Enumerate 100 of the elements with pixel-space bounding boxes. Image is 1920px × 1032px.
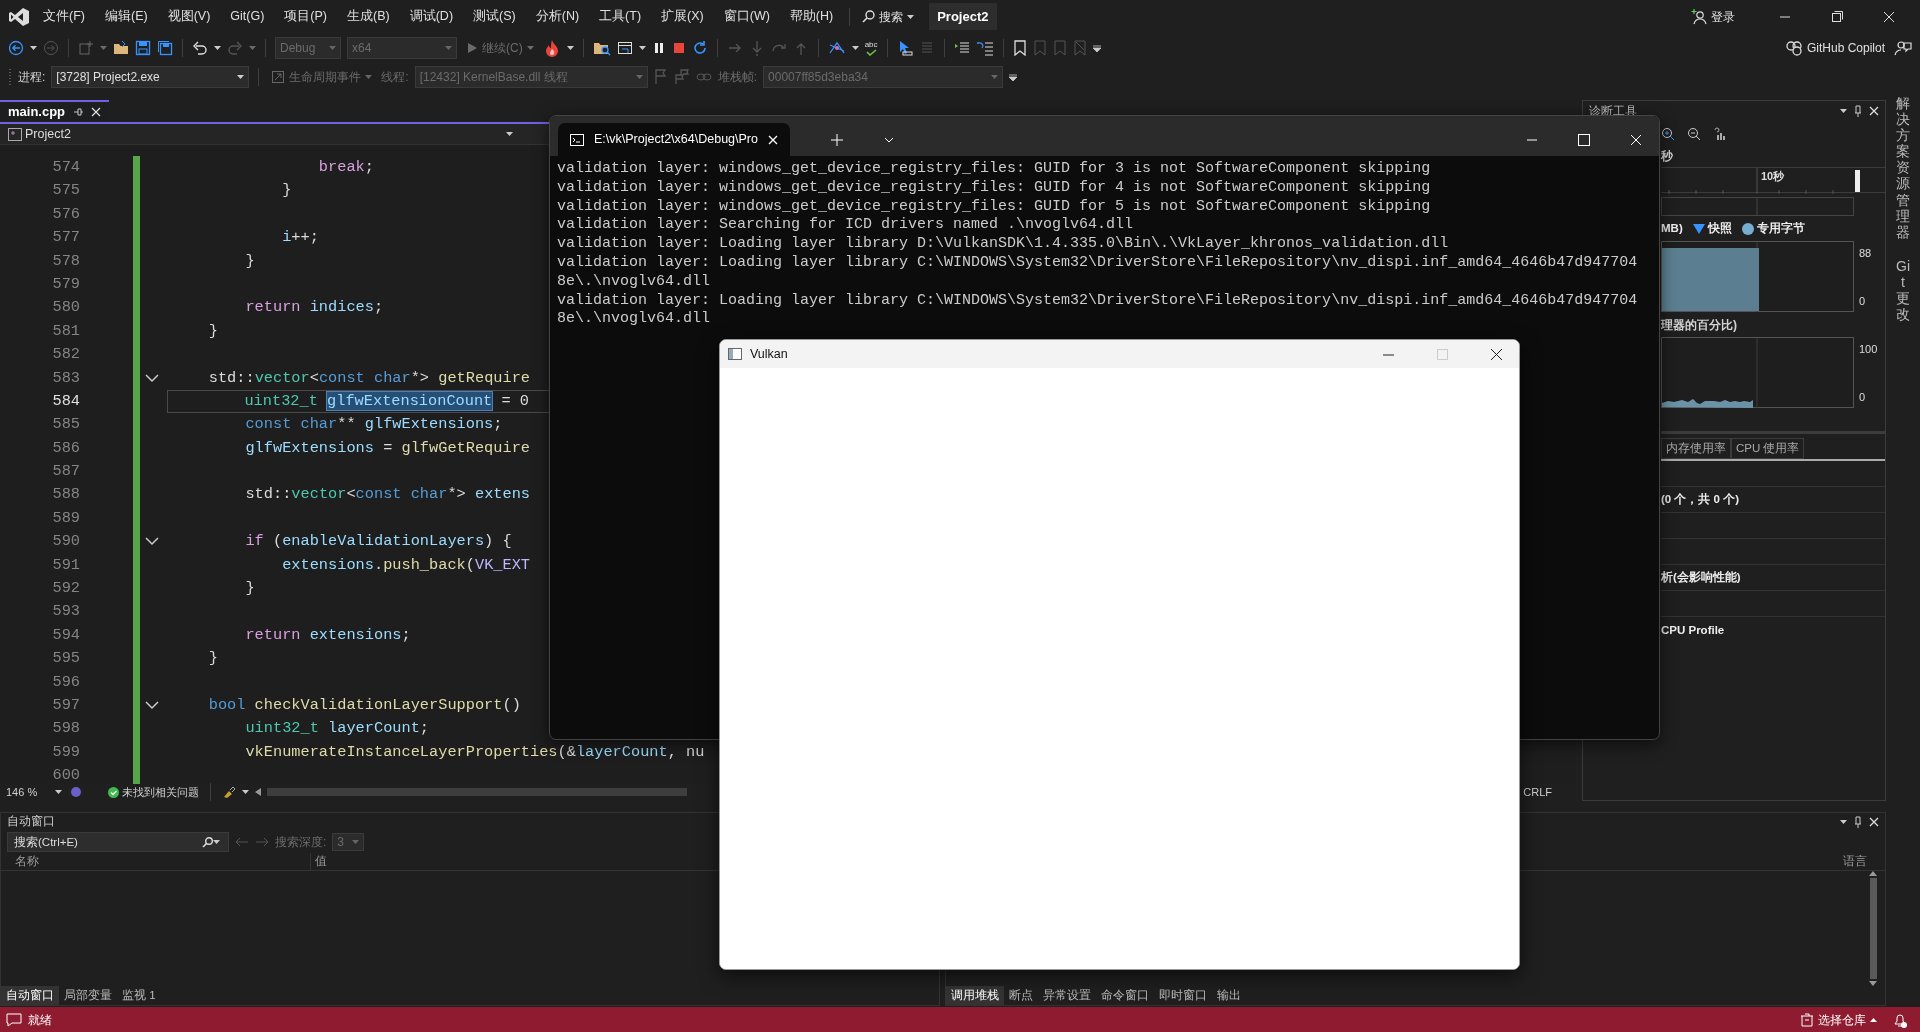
- menu-item[interactable]: 文件(F): [36, 5, 92, 28]
- search-box[interactable]: 搜索(Ctrl+E): [7, 832, 229, 852]
- chevron-down-icon[interactable]: [145, 373, 159, 383]
- events-summary: (0 个，共 0 个): [1661, 487, 1885, 514]
- bell-icon[interactable]: [1892, 1011, 1908, 1028]
- scroll-up-icon[interactable]: [1869, 871, 1877, 876]
- caret-icon[interactable]: [1870, 1017, 1877, 1022]
- terminal-tab[interactable]: E:\vk\Project2\x64\Debug\Pro: [558, 123, 790, 156]
- panel-tab[interactable]: 输出: [1212, 985, 1246, 1005]
- vertical-scrollbar[interactable]: [1867, 871, 1879, 986]
- copilot-button[interactable]: GitHub Copilot: [1781, 39, 1888, 57]
- menu-item[interactable]: 帮助(H): [782, 5, 841, 28]
- sign-in-button[interactable]: 登录: [1688, 7, 1738, 26]
- person-add-icon[interactable]: [1691, 8, 1707, 25]
- close-icon[interactable]: [1869, 817, 1879, 827]
- caret-icon[interactable]: [213, 840, 220, 844]
- feedback-icon[interactable]: [1894, 40, 1912, 56]
- console-line: validation layer: Loading layer library D:\VulkanSDK\1.4.335.0\Bin\.\VkLayer_khronos_validation.dll: [557, 235, 1450, 254]
- panel-tab[interactable]: 监视 1: [117, 985, 161, 1005]
- pin-icon[interactable]: [1853, 816, 1863, 828]
- undo-icon[interactable]: [192, 40, 208, 56]
- logo-icon: [8, 6, 30, 27]
- panel-tab[interactable]: 内存使用率: [1661, 438, 1731, 460]
- chat-icon[interactable]: [6, 1012, 22, 1027]
- overflow-icon[interactable]: [1092, 43, 1101, 53]
- bar-chart-icon[interactable]: [1713, 127, 1727, 141]
- repository-button[interactable]: 选择仓库: [1797, 1010, 1880, 1029]
- solution-name: Project2: [929, 2, 997, 31]
- panel-tab[interactable]: CPU 使用率: [1731, 438, 1805, 460]
- caret-icon[interactable]: [242, 790, 249, 794]
- caret-icon[interactable]: [851, 46, 859, 50]
- panel-tab[interactable]: 命令窗口: [1096, 985, 1154, 1005]
- caret-icon[interactable]: [506, 132, 513, 136]
- panel-tab[interactable]: 调用堆栈: [946, 985, 1004, 1005]
- line-ending-label[interactable]: CRLF: [1523, 783, 1552, 801]
- menu-item[interactable]: 窗口(W): [716, 5, 777, 28]
- check-circle-icon: [108, 786, 119, 798]
- menu-item[interactable]: 编辑(E): [97, 5, 155, 28]
- menu-item[interactable]: 调试(D): [402, 5, 461, 28]
- menu-item[interactable]: 工具(T): [592, 5, 649, 28]
- caret-icon[interactable]: [566, 46, 574, 50]
- panel-tab[interactable]: 局部变量: [59, 985, 117, 1005]
- zoom-dropdown[interactable]: 146 %: [6, 783, 62, 801]
- brush-icon[interactable]: [222, 786, 236, 798]
- side-tab[interactable]: Git 更改: [1896, 257, 1910, 323]
- panel-tab[interactable]: 即时窗口: [1154, 985, 1212, 1005]
- menu-item[interactable]: 生成(B): [340, 5, 397, 28]
- caret-icon[interactable]: [1840, 109, 1847, 113]
- panel-title: 自动窗口: [7, 814, 55, 830]
- repo-icon[interactable]: [1800, 1012, 1814, 1027]
- panel-tab[interactable]: 异常设置: [1038, 985, 1096, 1005]
- overflow-icon[interactable]: [1009, 72, 1018, 82]
- issues-status[interactable]: 未找到相关问题: [108, 783, 199, 801]
- bookmark-icon[interactable]: [1012, 40, 1027, 56]
- file-tab[interactable]: main.cpp: [0, 100, 110, 122]
- chevron-down-icon[interactable]: [145, 537, 159, 547]
- terminal-icon[interactable]: [570, 133, 584, 146]
- close-icon[interactable]: [91, 107, 102, 117]
- pin-icon[interactable]: [73, 107, 84, 117]
- caret-icon[interactable]: [55, 790, 62, 794]
- side-tab[interactable]: 解决方案资源管理器: [1896, 95, 1910, 240]
- window-icon[interactable]: [616, 40, 633, 56]
- caret-icon[interactable]: [30, 46, 37, 50]
- scroll-left-icon[interactable]: [255, 788, 261, 796]
- zoom-in-icon[interactable]: [1661, 127, 1675, 141]
- zoom-out-icon[interactable]: [1687, 127, 1701, 141]
- stop-icon[interactable]: [671, 41, 686, 55]
- branches-icon[interactable]: [827, 40, 846, 56]
- indent-list-icon[interactable]: [953, 40, 970, 56]
- search-button[interactable]: 搜索: [859, 7, 918, 26]
- undo-list-icon[interactable]: [975, 40, 994, 56]
- folder-icon[interactable]: [113, 40, 129, 56]
- menu-item[interactable]: Git(G): [223, 5, 272, 28]
- close-icon[interactable]: [1869, 106, 1879, 116]
- menu-item[interactable]: 扩展(X): [654, 5, 711, 28]
- menu-item[interactable]: 项目(P): [277, 5, 334, 28]
- menu-item[interactable]: 分析(N): [528, 5, 587, 28]
- folder-search-icon[interactable]: [592, 40, 611, 56]
- menu-item[interactable]: 视图(V): [160, 5, 218, 28]
- save-all-icon[interactable]: [157, 40, 173, 56]
- line-number: 581: [51, 320, 81, 342]
- caret-icon[interactable]: [907, 14, 915, 19]
- search-icon[interactable]: [862, 10, 876, 23]
- search-icon[interactable]: [202, 836, 213, 848]
- save-icon[interactable]: [135, 40, 151, 56]
- caret-icon[interactable]: [214, 46, 221, 50]
- chevron-down-icon[interactable]: [145, 701, 159, 711]
- caret-icon[interactable]: [1840, 820, 1847, 824]
- panel-tab[interactable]: 断点: [1004, 985, 1038, 1005]
- pin-icon[interactable]: [1853, 105, 1863, 117]
- line-number: 591: [51, 554, 81, 576]
- horizontal-scrollbar[interactable]: [267, 788, 687, 796]
- copilot-icon[interactable]: [1784, 40, 1803, 56]
- menu-item[interactable]: 测试(S): [466, 5, 523, 28]
- back-icon[interactable]: [8, 40, 24, 56]
- caret-icon[interactable]: [237, 75, 245, 79]
- caret-icon[interactable]: [638, 46, 646, 50]
- process-dropdown[interactable]: [3728] Project2.exe: [51, 66, 250, 88]
- panel-tab[interactable]: 自动窗口: [1, 985, 59, 1005]
- restart-icon[interactable]: [691, 40, 708, 56]
